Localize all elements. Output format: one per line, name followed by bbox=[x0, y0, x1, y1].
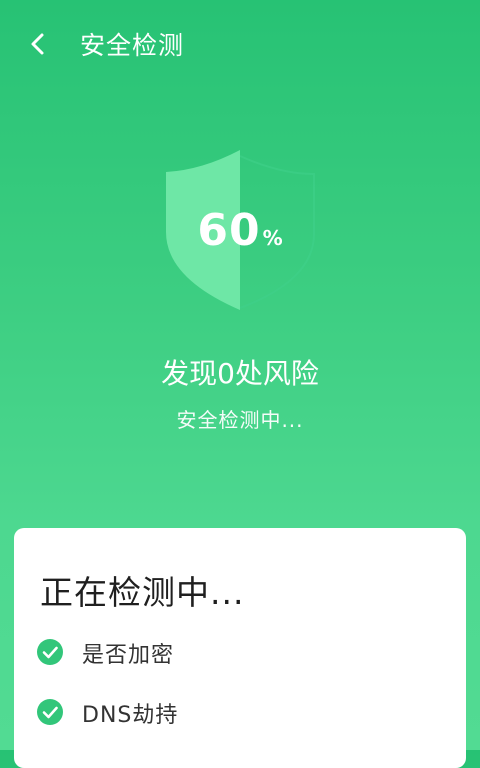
back-button[interactable] bbox=[22, 28, 54, 60]
check-item-label: 是否加密 bbox=[82, 643, 175, 668]
check-item: 是否加密 bbox=[36, 632, 436, 672]
check-item-label: DNS劫持 bbox=[82, 703, 179, 728]
risk-summary: 发现0处风险 bbox=[161, 357, 319, 390]
progress-percent: 60% bbox=[0, 205, 480, 256]
progress-value: 60 bbox=[197, 205, 261, 256]
check-item: DNS劫持 bbox=[36, 692, 436, 732]
scan-status: 安全检测中... bbox=[176, 408, 304, 432]
chevron-left-icon bbox=[31, 33, 44, 55]
scan-detail-card: 正在检测中... 是否加密 DNS劫持 bbox=[14, 528, 466, 768]
top-bar: 安全检测 bbox=[0, 0, 480, 90]
card-title: 正在检测中... bbox=[40, 573, 245, 612]
check-circle-icon bbox=[36, 698, 64, 726]
page-title: 安全检测 bbox=[80, 31, 185, 60]
check-circle-icon bbox=[36, 638, 64, 666]
progress-unit: % bbox=[262, 226, 283, 250]
